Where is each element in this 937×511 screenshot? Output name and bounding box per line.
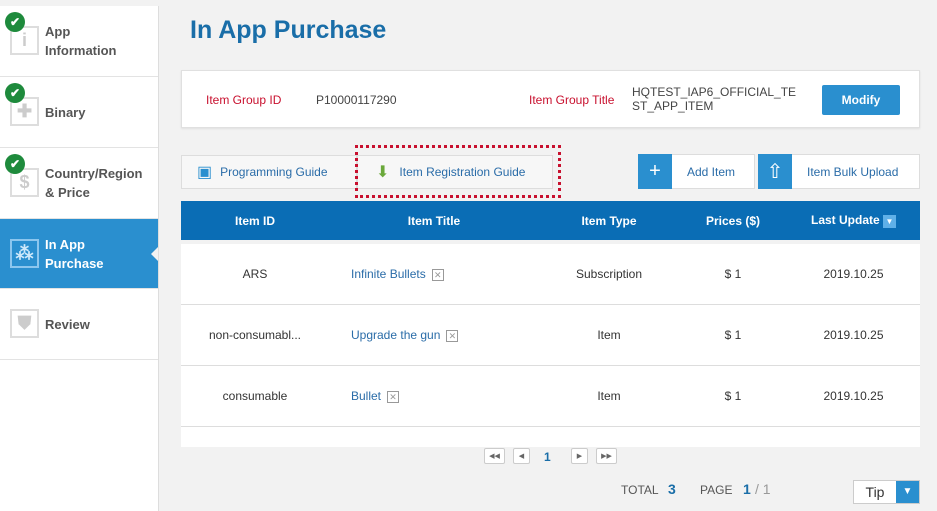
total-label: TOTAL	[621, 483, 659, 497]
item-last-update: 2019.10.25	[823, 328, 884, 342]
item-id: consumable	[222, 389, 288, 403]
table-row[interactable]: non-consumabl... Upgrade the gun ✕ Item $…	[181, 305, 920, 366]
sidebar-item-review[interactable]: ⛊ Review	[0, 289, 158, 360]
item-title-link[interactable]: Bullet	[351, 389, 381, 403]
programming-guide-button[interactable]: ▣ Programming Guide	[181, 155, 357, 189]
total-count: 3	[668, 481, 676, 497]
item-type: Item	[597, 328, 621, 342]
item-group-title-value: HQTEST_IAP6_OFFICIAL_TEST_APP_ITEM	[632, 85, 797, 113]
item-price: $ 1	[724, 267, 742, 281]
next-page-icon[interactable]: ▶	[571, 448, 588, 464]
item-group-id-label: Item Group ID	[206, 93, 282, 107]
sidebar-item-in-app-purchase[interactable]: ⁂ In App Purchase	[0, 219, 158, 289]
item-group-title-label: Item Group Title	[529, 93, 615, 107]
item-group-card: Item Group ID P10000117290 Item Group Ti…	[181, 70, 920, 128]
chevron-down-icon: ▼	[896, 481, 919, 503]
page-number-current[interactable]: 1	[544, 450, 551, 464]
sidebar: i ✔ App Information ✚ ✔ Binary $ ✔ Country/Reg…	[0, 6, 159, 511]
add-item-button[interactable]: + Add Item	[638, 153, 755, 189]
item-price: $ 1	[724, 389, 742, 403]
item-title-cell: Infinite Bullets ✕	[329, 267, 539, 281]
table-row[interactable]: consumable Bullet ✕ Item $ 1 2019.10.25	[181, 366, 920, 427]
tip-dropdown[interactable]: Tip ▼	[853, 480, 920, 504]
item-title-link[interactable]: Infinite Bullets	[351, 267, 426, 281]
table-header: Item ID Item Title Item Type Prices ($) …	[181, 201, 920, 240]
item-bulk-upload-button[interactable]: ⇧ Item Bulk Upload	[758, 153, 920, 189]
items-table: Item ID Item Title Item Type Prices ($) …	[181, 201, 920, 447]
check-icon: ✔	[5, 83, 25, 103]
table-row[interactable]: ARS Infinite Bullets ✕ Subscription $ 1 2…	[181, 244, 920, 305]
item-id: non-consumabl...	[208, 328, 302, 342]
first-page-icon[interactable]: ◀◀	[484, 448, 505, 464]
item-last-update: 2019.10.25	[823, 389, 884, 403]
page-label: PAGE	[700, 483, 733, 497]
upload-icon: ⇧	[758, 153, 792, 189]
hierarchy-icon: ⁂	[10, 238, 39, 268]
check-icon: ✔	[5, 12, 25, 32]
header-last-update[interactable]: Last Update ▼	[787, 213, 920, 228]
item-title-link[interactable]: Upgrade the gun	[351, 328, 440, 342]
item-title-cell: Bullet ✕	[329, 389, 539, 403]
guide-book-icon: ▣	[197, 164, 213, 181]
header-item-title: Item Title	[407, 213, 461, 228]
page-current: 1	[743, 481, 751, 497]
page-title: In App Purchase	[190, 16, 387, 44]
check-icon: ✔	[5, 154, 25, 174]
delete-icon[interactable]: ✕	[431, 268, 444, 281]
sidebar-item-binary[interactable]: ✚ ✔ Binary	[0, 77, 158, 148]
header-item-type: Item Type	[581, 213, 637, 228]
item-type: Item	[597, 389, 621, 403]
item-price: $ 1	[724, 328, 742, 342]
sort-down-icon[interactable]: ▼	[883, 214, 897, 228]
header-prices: Prices ($)	[705, 213, 761, 228]
page-total: / 1	[755, 481, 771, 497]
shield-icon: ⛊	[10, 309, 39, 338]
item-last-update: 2019.10.25	[823, 267, 884, 281]
item-id: ARS	[242, 267, 268, 281]
delete-icon[interactable]: ✕	[446, 329, 459, 342]
sidebar-item-app-information[interactable]: i ✔ App Information	[0, 6, 158, 77]
item-group-id-value: P10000117290	[316, 93, 397, 107]
sidebar-item-country-region-price[interactable]: $ ✔ Country/Region & Price	[0, 148, 158, 219]
last-page-icon[interactable]: ▶▶	[596, 448, 617, 464]
modify-button[interactable]: Modify	[822, 85, 900, 115]
delete-icon[interactable]: ✕	[387, 390, 400, 403]
item-title-cell: Upgrade the gun ✕	[329, 328, 539, 342]
header-item-id: Item ID	[234, 213, 275, 228]
item-type: Subscription	[575, 267, 643, 281]
prev-page-icon[interactable]: ◀	[513, 448, 530, 464]
plus-icon: +	[638, 153, 672, 189]
highlight-box	[355, 145, 561, 198]
